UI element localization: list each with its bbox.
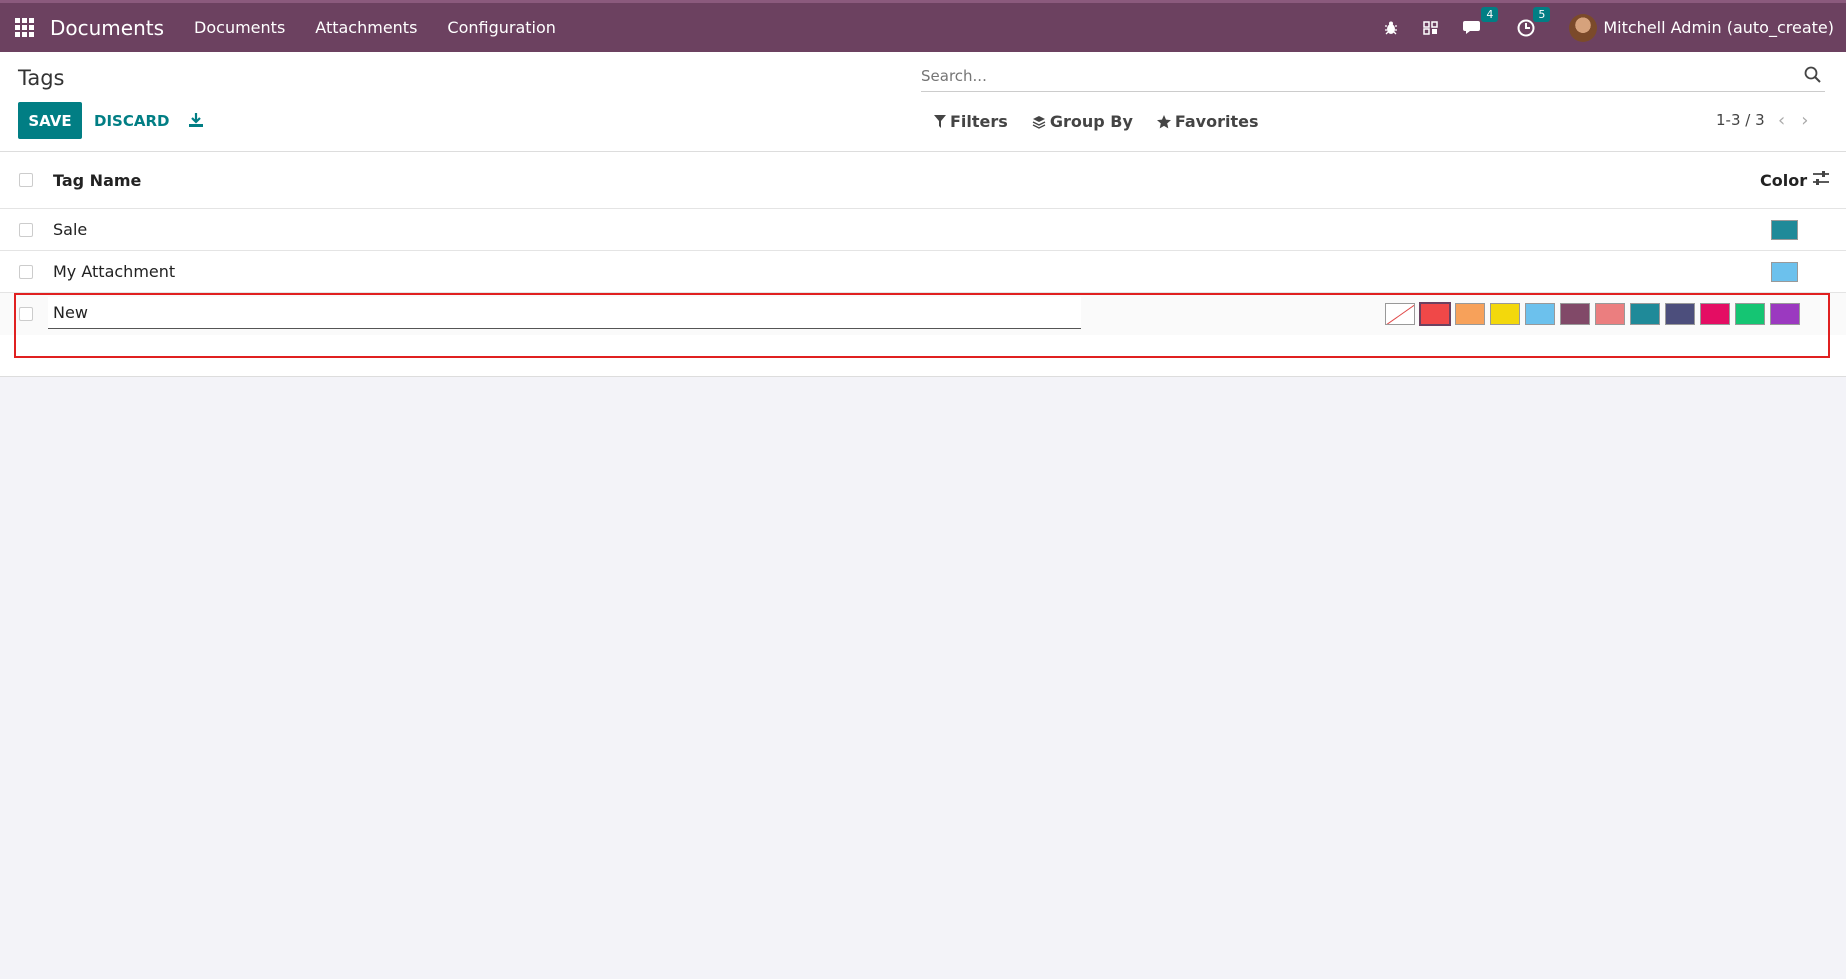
search-options: Filters Group By Favorites <box>934 112 1258 131</box>
debug-bug-icon[interactable] <box>1383 20 1399 36</box>
row-checkbox[interactable] <box>19 307 33 321</box>
filters-label: Filters <box>950 112 1008 131</box>
menu-documents[interactable]: Documents <box>194 18 285 37</box>
table-header: Tag Name Color <box>0 152 1846 209</box>
favorites-label: Favorites <box>1174 112 1259 131</box>
tag-name-cell[interactable]: My Attachment <box>53 262 175 281</box>
row-checkbox[interactable] <box>19 264 33 279</box>
color-swatch[interactable] <box>1771 219 1798 240</box>
color-option[interactable] <box>1700 303 1730 325</box>
color-option[interactable] <box>1770 303 1800 325</box>
tag-name-input[interactable] <box>48 297 1081 329</box>
filter-icon <box>934 115 946 128</box>
pager-arrows: ‹ › <box>1778 110 1808 131</box>
optional-columns-icon[interactable] <box>1812 170 1830 190</box>
messages-chat-icon[interactable]: 4 <box>1463 7 1499 36</box>
color-picker <box>1385 302 1800 326</box>
save-button[interactable]: SAVE <box>18 102 82 139</box>
column-header-tag-name[interactable]: Tag Name <box>53 171 141 190</box>
color-option[interactable] <box>1455 303 1485 325</box>
menu-attachments[interactable]: Attachments <box>315 18 417 37</box>
groupby-button[interactable]: Group By <box>1032 112 1133 131</box>
row-checkbox[interactable] <box>19 222 33 237</box>
messages-badge: 4 <box>1481 7 1499 22</box>
tag-name-cell[interactable]: Sale <box>53 220 87 239</box>
chevron-right-icon[interactable]: › <box>1801 110 1808 131</box>
color-option[interactable] <box>1630 303 1660 325</box>
user-menu[interactable]: Mitchell Admin (auto_create) <box>1603 18 1834 37</box>
search-icon[interactable] <box>1804 66 1821 87</box>
download-icon[interactable] <box>188 112 204 132</box>
color-option[interactable] <box>1665 303 1695 325</box>
apps-menu-icon[interactable] <box>13 17 35 39</box>
grid-qr-icon[interactable] <box>1423 20 1439 35</box>
color-option[interactable] <box>1560 303 1590 325</box>
tags-list: Tag Name Color Sale My Attachment <box>0 152 1846 377</box>
star-icon <box>1156 114 1171 128</box>
app-brand[interactable]: Documents <box>50 16 164 40</box>
select-all-checkbox[interactable] <box>19 173 33 187</box>
activities-clock-icon[interactable]: 5 <box>1517 6 1551 37</box>
top-navbar: Documents Documents Attachments Configur… <box>0 0 1846 52</box>
search-input[interactable] <box>921 62 1781 90</box>
activities-badge: 5 <box>1533 6 1551 22</box>
pager-value[interactable]: 1-3 / 3 <box>1716 111 1765 129</box>
column-header-color[interactable]: Color <box>1760 171 1807 190</box>
table-row[interactable]: My Attachment <box>0 251 1846 293</box>
layers-icon <box>1032 115 1046 129</box>
color-option[interactable] <box>1735 303 1765 325</box>
user-avatar[interactable] <box>1569 13 1598 42</box>
editable-new-row[interactable] <box>0 293 1846 335</box>
groupby-label: Group By <box>1049 112 1133 131</box>
color-option[interactable] <box>1525 303 1555 325</box>
page-title[interactable]: Tags <box>18 66 65 90</box>
color-swatch[interactable] <box>1771 261 1798 282</box>
color-option[interactable] <box>1419 302 1451 326</box>
no-color-option[interactable] <box>1385 303 1415 325</box>
discard-button[interactable]: DISCARD <box>94 112 169 130</box>
filters-button[interactable]: Filters <box>934 112 1008 131</box>
favorites-button[interactable]: Favorites <box>1156 112 1259 131</box>
menu-configuration[interactable]: Configuration <box>447 18 556 37</box>
color-option[interactable] <box>1595 303 1625 325</box>
table-row[interactable]: Sale <box>0 209 1846 251</box>
control-panel: Tags SAVE DISCARD Filters Group By Favor… <box>0 52 1846 152</box>
search-bar <box>921 62 1825 92</box>
chevron-left-icon[interactable]: ‹ <box>1778 110 1785 131</box>
color-option[interactable] <box>1490 303 1520 325</box>
